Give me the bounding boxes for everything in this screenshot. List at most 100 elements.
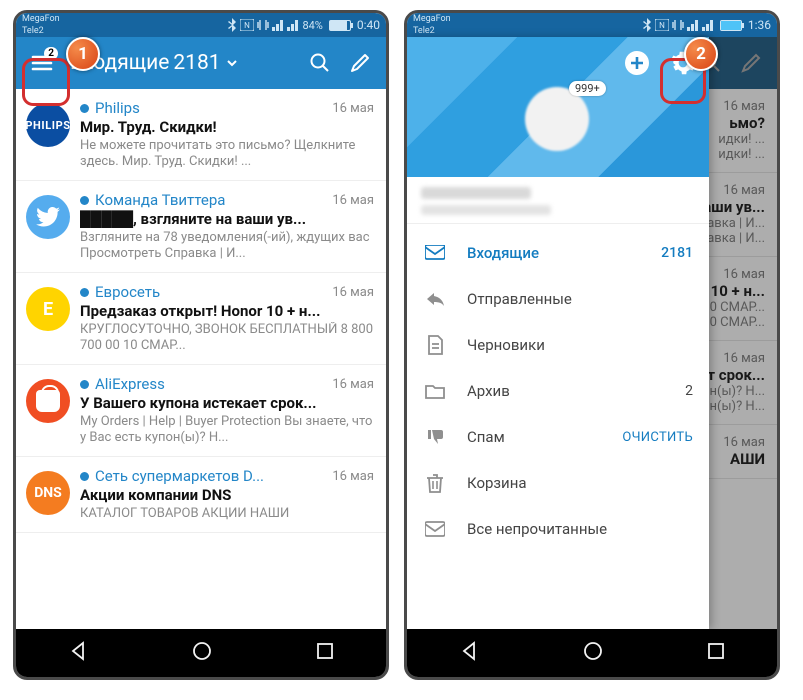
drawer-item-inbox[interactable]: Входящие2181	[407, 230, 709, 276]
drawer-item-drafts[interactable]: Черновики	[407, 322, 709, 368]
date: 16 мая	[324, 377, 374, 392]
nav-drawer: 999+ Входящие2181ОтправленныеЧерновикиАр…	[407, 37, 709, 629]
date: 16 мая	[324, 101, 374, 116]
sender: Евросеть	[95, 283, 160, 301]
appbar-title[interactable]: Входящие 2181	[70, 51, 300, 75]
date: 16 мая	[324, 285, 374, 300]
date: 16 мая	[324, 469, 374, 484]
count: 2181	[661, 245, 693, 261]
email-list: PHILIPSPhilips16 маяМир. Труд. Скидки!Не…	[16, 89, 386, 629]
folder-icon	[425, 383, 445, 399]
search-button[interactable]	[300, 43, 340, 83]
thumb-down-icon	[425, 428, 445, 446]
snippet: My Orders | Help | Buyer Protection Вы з…	[80, 414, 374, 446]
avatar: Е	[26, 287, 70, 331]
carrier-1: MegaFon	[22, 13, 60, 25]
avatar	[26, 379, 70, 423]
phone-right: MegaFon Tele2 N 1:36 16 маяьмо?идки! ...…	[404, 10, 780, 680]
snippet: Взгляните на 78 уведомления(-ий), ждущих…	[80, 230, 374, 262]
avatar: PHILIPS	[26, 103, 70, 147]
callout-badge-1: 1	[66, 37, 100, 71]
unread-dot	[80, 196, 89, 205]
avatar	[26, 195, 70, 239]
profile-info[interactable]	[407, 177, 709, 224]
add-account-button[interactable]	[617, 43, 657, 83]
list-item[interactable]: Команда Твиттера 16 мая █████, взгляните н…	[16, 181, 386, 273]
label: Все непрочитанные	[467, 520, 693, 538]
signal-icon	[687, 19, 699, 31]
snippet: Не можете прочитать это письмо? Щелкните…	[80, 138, 374, 170]
label: Черновики	[467, 336, 693, 354]
list-item[interactable]: DNSСеть супермаркетов D...16 маяАкции ко…	[16, 457, 386, 533]
bluetooth-icon	[227, 18, 237, 32]
document-icon	[426, 335, 444, 355]
battery-pct: 84%	[302, 19, 322, 32]
sender: Команда Твиттера	[95, 191, 225, 209]
clear-action[interactable]: ОЧИСТИТЬ	[622, 430, 693, 445]
callout-ring-1	[22, 58, 70, 106]
date: 16 мая	[324, 193, 374, 208]
nfc-icon: N	[240, 19, 254, 31]
list-item[interactable]: PHILIPSPhilips16 маяМир. Труд. Скидки!Не…	[16, 89, 386, 181]
battery-icon	[329, 20, 351, 31]
carrier-2: Tele2	[22, 25, 60, 37]
mail-icon	[425, 521, 445, 537]
signal-icon	[272, 19, 284, 31]
pencil-icon	[349, 52, 371, 74]
count: 2	[685, 383, 693, 399]
label: Отправленные	[467, 290, 693, 308]
plus-circle-icon	[624, 50, 650, 76]
vibrate-icon	[257, 19, 269, 31]
svg-text:N: N	[245, 21, 251, 30]
nav-back[interactable]	[458, 640, 480, 666]
snippet: КРУГЛОСУТОЧНО, ЗВОНОК БЕСПЛАТНЫЙ 8 800 7…	[80, 322, 374, 354]
trash-icon	[426, 473, 444, 493]
compose-button[interactable]	[340, 43, 380, 83]
clock: 1:36	[748, 18, 771, 32]
drawer-item-spam[interactable]: СпамОЧИСТИТЬ	[407, 414, 709, 460]
twitter-bird-icon	[36, 207, 60, 227]
drawer-item-archive[interactable]: Архив2	[407, 368, 709, 414]
subject: █████, взгляните на ваши ув...	[80, 210, 374, 228]
subject: У Вашего купона истекает срок...	[80, 394, 374, 412]
list-item[interactable]: AliExpress16 маяУ Вашего купона истекает…	[16, 365, 386, 457]
profile-name-blurred	[421, 187, 531, 199]
label: Архив	[467, 382, 685, 400]
callout-badge-2: 2	[684, 37, 718, 71]
chevron-down-icon	[225, 56, 239, 70]
signal2-icon	[702, 19, 714, 31]
android-navbar	[407, 629, 777, 677]
nfc-icon: N	[655, 19, 669, 31]
battery-icon	[720, 20, 742, 31]
folder-list: Входящие2181ОтправленныеЧерновикиАрхив2С…	[407, 230, 709, 552]
avatar: DNS	[26, 471, 70, 515]
status-bar: MegaFon Tele2 N 1:36	[407, 13, 777, 37]
inbox-icon	[425, 245, 445, 261]
nav-recent[interactable]	[706, 641, 726, 665]
list-item[interactable]: ЕЕвросеть16 маяПредзаказ открыт! Honor 1…	[16, 273, 386, 365]
phone-left: MegaFon Tele2 N 84% 0:40 2 Входящие 2181	[13, 10, 389, 680]
label: Спам	[467, 428, 622, 446]
svg-text:N: N	[659, 21, 665, 30]
snippet: КАТАЛОГ ТОВАРОВ АКЦИИ НАШИ	[80, 506, 374, 522]
search-icon	[309, 52, 331, 74]
nav-recent[interactable]	[315, 641, 335, 665]
nav-home[interactable]	[191, 640, 213, 666]
drawer-item-unread[interactable]: Все непрочитанные	[407, 506, 709, 552]
subject: Акции компании DNS	[80, 486, 374, 504]
android-navbar	[16, 629, 386, 677]
unread-dot	[80, 472, 89, 481]
status-bar: MegaFon Tele2 N 84% 0:40	[16, 13, 386, 37]
signal2-icon	[287, 19, 299, 31]
drawer-item-sent[interactable]: Отправленные	[407, 276, 709, 322]
carrier-1: MegaFon	[413, 13, 451, 25]
nav-home[interactable]	[582, 640, 604, 666]
carrier-2: Tele2	[413, 25, 451, 37]
drawer-item-trash[interactable]: Корзина	[407, 460, 709, 506]
unread-dot	[80, 288, 89, 297]
sender: Philips	[95, 99, 140, 117]
reply-icon	[425, 291, 445, 307]
nav-back[interactable]	[67, 640, 89, 666]
label: Входящие	[467, 244, 661, 262]
avatar[interactable]	[525, 87, 589, 151]
